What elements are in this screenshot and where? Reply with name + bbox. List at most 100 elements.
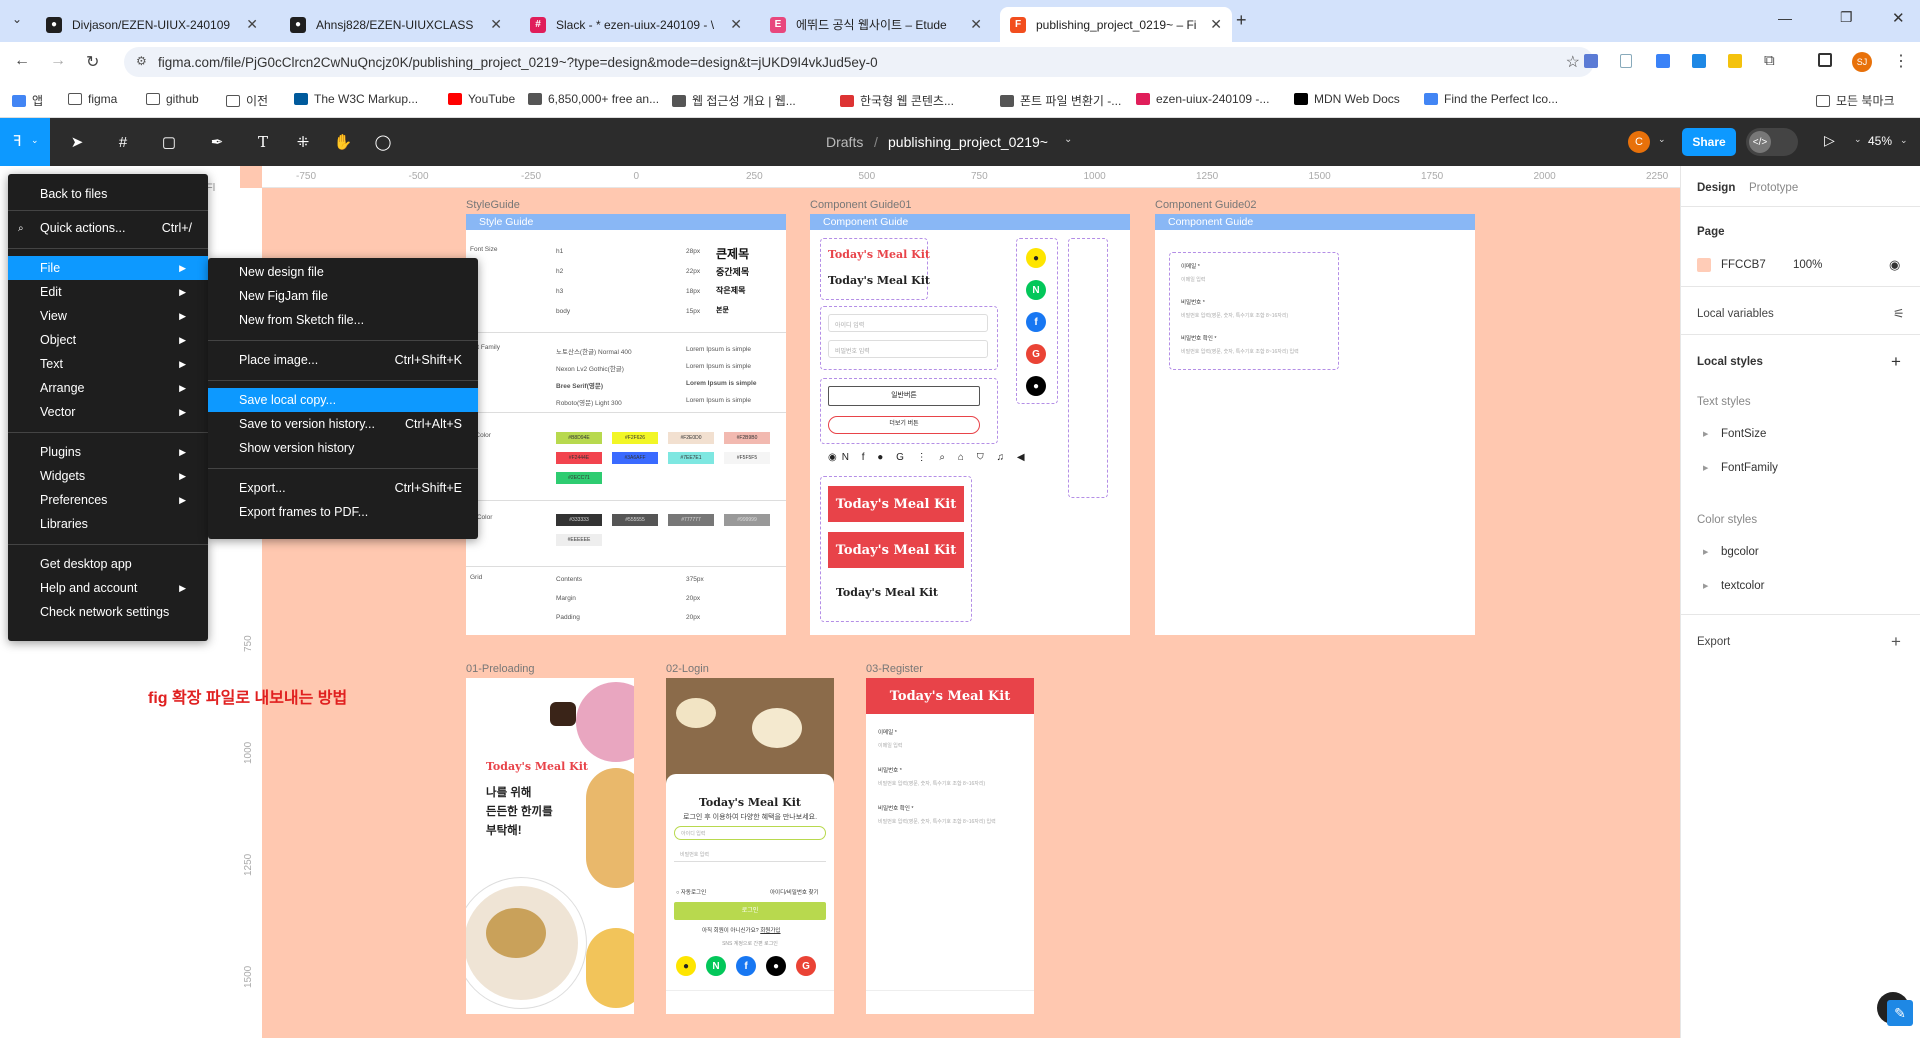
tab-design[interactable]: Design [1697, 182, 1735, 194]
chevron-right-icon[interactable]: ▶ [1703, 582, 1708, 590]
present-icon[interactable]: ▷ [1824, 132, 1835, 149]
page-color-swatch[interactable] [1697, 258, 1711, 272]
submenu-item-new-figjam-file[interactable]: New FigJam file [208, 284, 478, 308]
chevron-right-icon[interactable]: ▶ [1703, 548, 1708, 556]
user-avatar[interactable]: C [1628, 131, 1650, 153]
menu-item-arrange[interactable]: Arrange ▶ [8, 376, 208, 400]
back-icon[interactable]: ← [14, 52, 30, 70]
page-opacity[interactable]: 100% [1793, 259, 1822, 271]
profile-avatar[interactable]: SJ [1852, 52, 1872, 72]
extension-icon[interactable] [1656, 54, 1670, 68]
comment-tool-icon[interactable]: ◯ [370, 130, 396, 154]
frame-register[interactable]: Today's Meal Kit 이메일 * 이메일 입력 비밀번호 * 비밀번… [866, 678, 1034, 1014]
puzzle-icon[interactable]: ⧉ [1764, 52, 1775, 69]
menu-item-edit[interactable]: Edit ▶ [8, 280, 208, 304]
close-tab-icon[interactable]: ✕ [730, 16, 742, 33]
variables-icon[interactable]: ⚟ [1893, 306, 1905, 322]
menu-item-libraries[interactable]: Libraries [8, 512, 208, 536]
close-tab-icon[interactable]: ✕ [970, 16, 982, 33]
frame-preloading[interactable]: Today's Meal Kit 나를 위해 든든한 한끼를 부탁해! [466, 678, 634, 1014]
menu-item-file[interactable]: File ▶ [8, 256, 208, 280]
side-panel-icon[interactable] [1818, 53, 1832, 67]
menu-item-back-to-files[interactable]: Back to files [8, 182, 208, 206]
frame-label-preloading[interactable]: 01-Preloading [466, 663, 535, 675]
resources-tool-icon[interactable]: ⁜ [290, 130, 316, 154]
edit-pen-icon[interactable]: ✎ [1887, 1000, 1913, 1026]
extension-icon[interactable] [1692, 54, 1706, 68]
add-export-icon[interactable]: + [1891, 632, 1901, 652]
color-style-item[interactable]: bgcolor [1721, 546, 1759, 558]
chevron-right-icon[interactable]: ▶ [1703, 464, 1708, 472]
submenu-item-export-frames-to-pdf[interactable]: Export frames to PDF... [208, 500, 478, 524]
forward-icon[interactable]: → [50, 52, 66, 70]
bookmark-item[interactable]: ezen-uiux-240109 -... [1136, 92, 1269, 106]
close-tab-icon[interactable]: ✕ [490, 16, 502, 33]
submenu-item-new-from-sketch-file[interactable]: New from Sketch file... [208, 308, 478, 332]
text-tool-icon[interactable]: T [250, 130, 276, 154]
menu-item-view[interactable]: View ▶ [8, 304, 208, 328]
browser-tab[interactable]: ● Ahnsj828/EZEN-UIUXCLASS ✕ [280, 7, 512, 42]
all-bookmarks[interactable]: 모든 북마크 [1816, 92, 1895, 109]
menu-item-get-desktop-app[interactable]: Get desktop app [8, 552, 208, 576]
submenu-item-new-design-file[interactable]: New design file [208, 260, 478, 284]
file-name[interactable]: publishing_project_0219~ [888, 134, 1048, 150]
chevron-down-icon[interactable]: ⌄ [1658, 134, 1666, 145]
tab-prototype[interactable]: Prototype [1749, 182, 1798, 194]
restore-icon[interactable]: ❐ [1840, 9, 1853, 26]
url-field[interactable]: ⚙ figma.com/file/PjG0cClrcn2CwNuQncjz0K/… [124, 47, 1594, 77]
frame-login[interactable]: Today's Meal Kit 로그인 후 이용하여 다양한 혜택을 만나보세… [666, 678, 834, 1014]
bookmark-item[interactable]: Find the Perfect Ico... [1424, 92, 1558, 106]
submenu-item-export[interactable]: Export... Ctrl+Shift+E [208, 476, 478, 500]
new-tab-icon[interactable]: + [1236, 10, 1247, 31]
menu-item-preferences[interactable]: Preferences ▶ [8, 488, 208, 512]
frame-styleguide[interactable]: Style Guide Font Size h1 28px 큰제목 h2 22px 중간제… [466, 214, 786, 635]
page-color-hex[interactable]: FFCCB7 [1721, 259, 1766, 271]
menu-item-vector[interactable]: Vector ▶ [8, 400, 208, 424]
extension-icon[interactable] [1584, 54, 1598, 68]
bookmark-item[interactable]: 앱 [12, 92, 43, 109]
tab-search-icon[interactable]: ⌄ [12, 12, 22, 26]
color-style-item[interactable]: textcolor [1721, 580, 1764, 592]
bookmark-item[interactable]: 한국형 웹 콘텐츠... [840, 92, 954, 109]
pen-tool-icon[interactable]: ✒ [204, 130, 230, 154]
submenu-item-save-local-copy[interactable]: Save local copy... [208, 388, 478, 412]
bookmark-item[interactable]: figma [68, 92, 117, 106]
canvas-annotation[interactable]: fig 확장 파일로 내보내는 방법 [148, 684, 347, 708]
browser-tab[interactable]: E 에뛰드 공식 웹사이트 – Etude ✕ [760, 7, 992, 42]
main-menu-button[interactable]: ꟻ ⌄ [0, 118, 50, 166]
frame-label-styleguide[interactable]: StyleGuide [466, 199, 520, 211]
menu-item-text[interactable]: Text ▶ [8, 352, 208, 376]
submenu-item-save-to-version-history[interactable]: Save to version history... Ctrl+Alt+S [208, 412, 478, 436]
bookmark-item[interactable]: The W3C Markup... [294, 92, 418, 106]
close-tab-icon[interactable]: ✕ [246, 16, 258, 33]
bookmark-item[interactable]: 웹 접근성 개요 | 웹... [672, 92, 796, 109]
frame-label-register[interactable]: 03-Register [866, 663, 923, 675]
extension-icon[interactable] [1728, 54, 1742, 68]
extension-icon[interactable] [1620, 54, 1632, 68]
breadcrumb-drafts[interactable]: Drafts [826, 134, 863, 150]
bookmark-item[interactable]: YouTube [448, 92, 515, 106]
add-style-icon[interactable]: + [1891, 352, 1901, 372]
browser-tab[interactable]: # Slack - * ezen-uiux-240109 - \ ✕ [520, 7, 752, 42]
bookmark-item[interactable]: 6,850,000+ free an... [528, 92, 659, 106]
menu-item-check-network-settings[interactable]: Check network settings [8, 600, 208, 624]
minimize-icon[interactable]: — [1778, 10, 1792, 26]
browser-tab[interactable]: ● Divjason/EZEN-UIUX-240109 ✕ [36, 7, 268, 42]
hand-tool-icon[interactable]: ✋ [330, 130, 356, 154]
bookmark-item[interactable]: 이전 [226, 92, 268, 109]
zoom-level[interactable]: 45% [1868, 134, 1892, 148]
frame-label-component01[interactable]: Component Guide01 [810, 199, 912, 211]
close-window-icon[interactable]: ✕ [1892, 9, 1905, 27]
local-variables[interactable]: Local variables [1697, 308, 1774, 320]
share-button[interactable]: Share [1682, 128, 1736, 156]
frame-component-guide-02[interactable]: Component Guide 이메일 * 이메일 입력 비밀번호 * 비밀번호… [1155, 214, 1475, 635]
chevron-down-icon[interactable]: ⌄ [1064, 134, 1072, 145]
frame-component-guide-01[interactable]: Component Guide Today's Meal Kit Today's… [810, 214, 1130, 635]
menu-item-help-and-account[interactable]: Help and account ▶ [8, 576, 208, 600]
bookmark-item[interactable]: github [146, 92, 199, 106]
eye-icon[interactable]: ◉ [1889, 257, 1900, 273]
bookmark-item[interactable]: MDN Web Docs [1294, 92, 1400, 106]
site-info-icon[interactable]: ⚙ [136, 54, 147, 68]
bookmark-star-icon[interactable]: ☆ [1566, 52, 1580, 72]
frame-tool-icon[interactable]: # [110, 130, 136, 154]
